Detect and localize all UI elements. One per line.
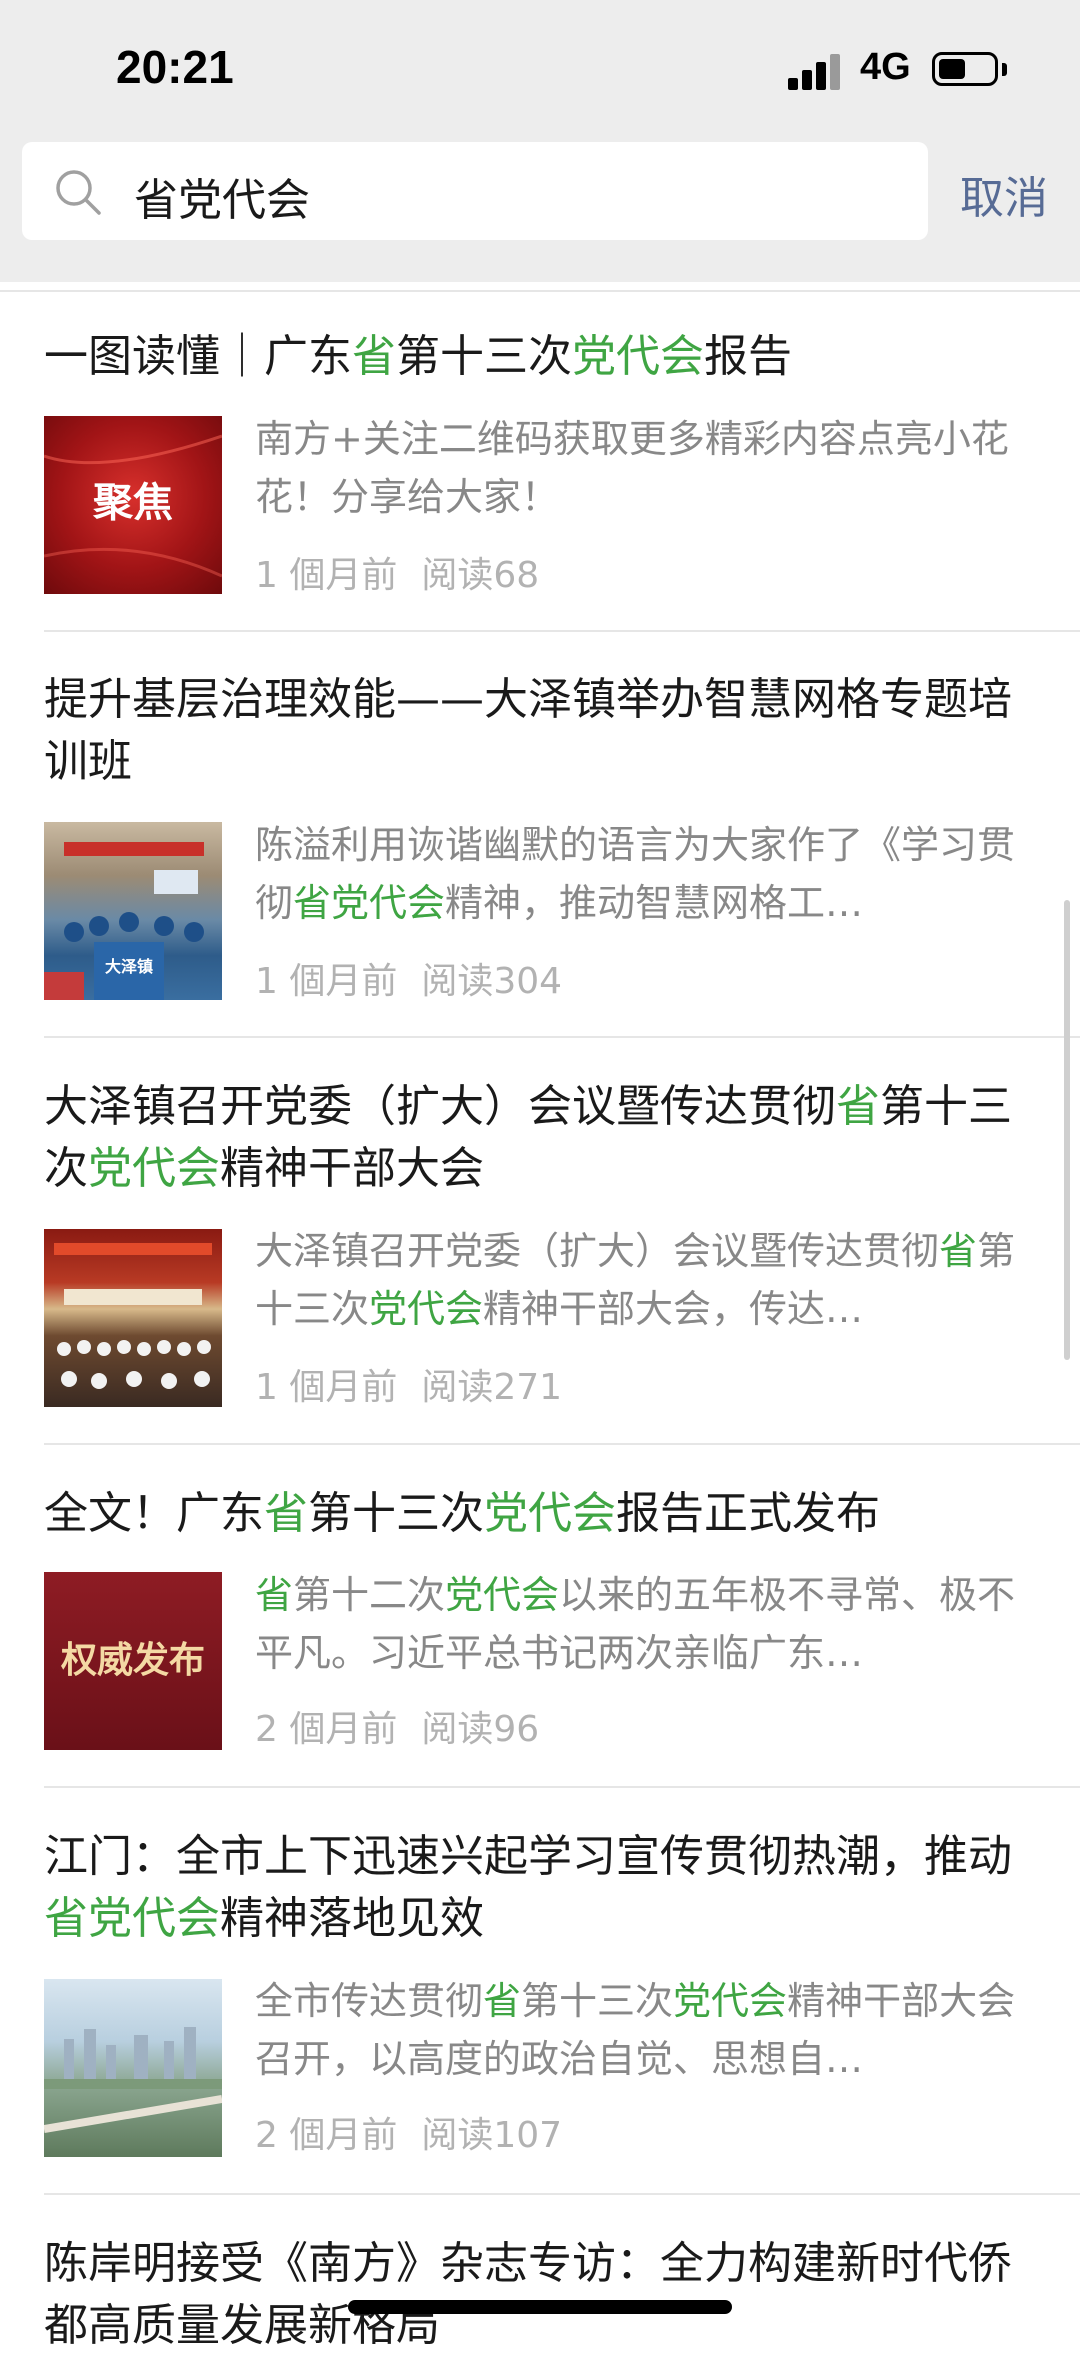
- article-title: 提升基层治理效能——大泽镇举办智慧网格专题培训班: [44, 669, 1034, 793]
- battery-tip: [1002, 63, 1007, 76]
- search-input[interactable]: 省党代会: [22, 142, 928, 240]
- article-title: 陈岸明接受《南方》杂志专访：全力构建新时代侨都高质量发展新格局: [44, 2233, 1034, 2357]
- text-segment: 报告正式发布: [616, 1488, 880, 1539]
- article-title: 全文！广东省第十三次党代会报告正式发布: [44, 1483, 1034, 1545]
- article-meta: 2 個月前 阅读107: [255, 2106, 562, 2158]
- text-segment: 大泽镇召开党委（扩大）会议暨传达贯彻: [255, 1229, 940, 1273]
- article-thumbnail: 聚焦: [44, 416, 222, 594]
- divider: [44, 1036, 1080, 1038]
- article-reads: 阅读68: [421, 555, 540, 596]
- text-segment: 第十三次: [308, 1488, 484, 1539]
- article-reads: 阅读107: [421, 2115, 563, 2156]
- text-segment: 提升基层治理效能——大泽镇举办智慧网格专题培训班: [44, 674, 1012, 787]
- text-segment: 全文！广东: [44, 1488, 264, 1539]
- keyword-highlight: 省党代会: [44, 1893, 220, 1944]
- text-segment: 报告: [704, 331, 792, 382]
- text-segment: 一图读懂｜广东: [44, 331, 352, 382]
- divider: [0, 290, 1080, 292]
- text-segment: 南方+关注二维码获取更多精彩内容点亮小花花！分享给大家！: [255, 417, 1009, 519]
- keyword-highlight: 党代会: [369, 1287, 484, 1331]
- article-thumbnail: 权威发布: [44, 1572, 222, 1750]
- text-segment: 大泽镇召开党委（扩大）会议暨传达贯彻: [44, 1081, 836, 1132]
- keyword-highlight: 党代会: [88, 1143, 220, 1194]
- keyword-highlight: 省: [352, 331, 396, 382]
- divider: [44, 1786, 1080, 1788]
- text-segment: 第十二次: [293, 1573, 446, 1617]
- home-indicator[interactable]: [348, 2300, 732, 2314]
- text-segment: 精神干部大会，传达…: [483, 1287, 864, 1331]
- article-meta: 1 個月前 阅读304: [255, 952, 562, 1004]
- thumbnail-text: 聚焦: [92, 480, 173, 526]
- article-meta: 2 個月前 阅读96: [255, 1700, 539, 1752]
- divider: [44, 1443, 1080, 1445]
- article-title: 大泽镇召开党委（扩大）会议暨传达贯彻省第十三次党代会精神干部大会: [44, 1076, 1034, 1200]
- article-reads: 阅读96: [421, 1709, 540, 1750]
- article-time: 1 個月前: [255, 555, 398, 596]
- text-segment: 第十三次: [396, 331, 572, 382]
- keyword-highlight: 省: [264, 1488, 308, 1539]
- article-snippet: 省第十二次党代会以来的五年极不寻常、极不平凡。习近平总书记两次亲临广东…: [255, 1566, 1025, 1682]
- article-reads: 阅读304: [421, 961, 563, 1002]
- article-snippet: 南方+关注二维码获取更多精彩内容点亮小花花！分享给大家！: [255, 410, 1025, 526]
- keyword-highlight: 党代会: [445, 1573, 560, 1617]
- status-time: 20:21: [116, 41, 234, 93]
- article-reads: 阅读271: [421, 1367, 563, 1408]
- keyword-highlight: 省: [255, 1573, 294, 1617]
- search-query: 省党代会: [134, 175, 310, 226]
- keyword-highlight: 省: [483, 1979, 522, 2023]
- article-time: 2 個月前: [255, 2115, 398, 2156]
- keyword-highlight: 党代会: [484, 1488, 616, 1539]
- keyword-highlight: 省: [939, 1229, 978, 1273]
- text-segment: 陈岸明接受《南方》杂志专访：全力构建新时代侨都高质量发展新格局: [44, 2238, 1012, 2351]
- article-time: 1 個月前: [255, 1367, 398, 1408]
- thumbnail-text: 大泽镇: [105, 957, 153, 976]
- article-meta: 1 個月前 阅读68: [255, 546, 539, 598]
- keyword-highlight: 党代会: [572, 331, 704, 382]
- article-thumbnail: 大泽镇: [44, 822, 222, 1000]
- keyword-highlight: 省党代会: [293, 881, 446, 925]
- keyword-highlight: 党代会: [673, 1979, 788, 2023]
- signal-icon: [788, 54, 844, 90]
- text-segment: 精神干部大会: [220, 1143, 484, 1194]
- text-segment: 全市传达贯彻: [255, 1979, 484, 2023]
- divider: [44, 2193, 1080, 2195]
- battery-icon: [932, 52, 998, 86]
- article-thumbnail: [44, 1979, 222, 2157]
- scrollbar[interactable]: [1064, 900, 1070, 1360]
- text-segment: 江门：全市上下迅速兴起学习宣传贯彻热潮，推动: [44, 1831, 1012, 1882]
- text-segment: 精神落地见效: [220, 1893, 484, 1944]
- article-title: 江门：全市上下迅速兴起学习宣传贯彻热潮，推动省党代会精神落地见效: [44, 1826, 1034, 1950]
- article-snippet: 全市传达贯彻省第十三次党代会精神干部大会召开，以高度的政治自觉、思想自…: [255, 1972, 1025, 2088]
- article-time: 2 個月前: [255, 1709, 398, 1750]
- article-time: 1 個月前: [255, 961, 398, 1002]
- network-type: 4G: [860, 46, 911, 88]
- cancel-button[interactable]: 取消: [960, 162, 1048, 226]
- article-title: 一图读懂｜广东省第十三次党代会报告: [44, 326, 1034, 388]
- top-bar: 20:21 4G 省党代会 取消: [0, 0, 1080, 282]
- search-icon: [56, 170, 101, 215]
- article-meta: 1 個月前 阅读271: [255, 1358, 562, 1410]
- keyword-highlight: 省: [836, 1081, 880, 1132]
- divider: [44, 630, 1080, 632]
- text-segment: 精神，推动智慧网格工…: [445, 881, 864, 925]
- thumbnail-text: 权威发布: [60, 1640, 205, 1681]
- article-snippet: 陈溢利用诙谐幽默的语言为大家作了《学习贯彻省党代会精神，推动智慧网格工…: [255, 816, 1025, 932]
- article-thumbnail: [44, 1229, 222, 1407]
- article-snippet: 大泽镇召开党委（扩大）会议暨传达贯彻省第十三次党代会精神干部大会，传达…: [255, 1222, 1025, 1338]
- text-segment: 第十三次: [521, 1979, 674, 2023]
